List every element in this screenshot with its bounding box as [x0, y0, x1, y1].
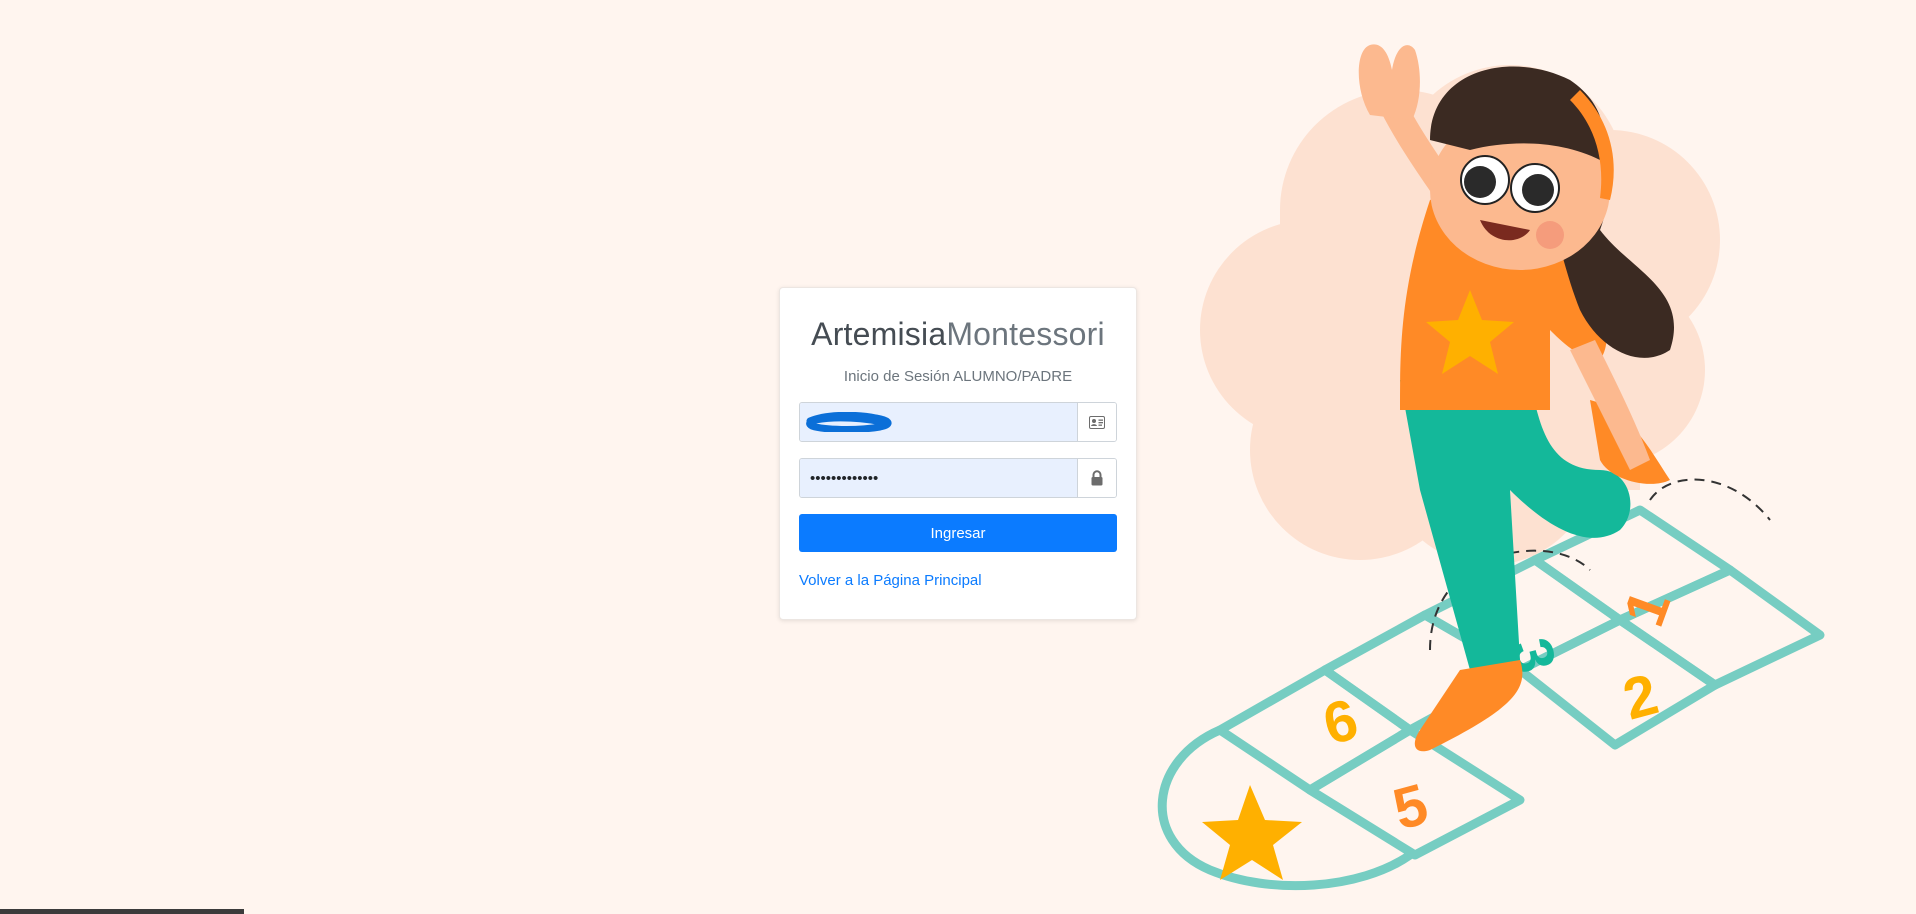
password-input[interactable]: [800, 459, 1077, 497]
login-card: ArtemisiaMontessori Inicio de Sesión ALU…: [779, 287, 1137, 620]
girl-hand: [1358, 44, 1420, 120]
login-page: ArtemisiaMontessori Inicio de Sesión ALU…: [0, 0, 1916, 914]
girl-hopscotch-illustration: 6 5 3 2 1: [1157, 44, 1825, 891]
star-shape: [1202, 785, 1302, 880]
brand-title: ArtemisiaMontessori: [799, 314, 1117, 354]
back-to-home-link[interactable]: Volver a la Página Principal: [799, 572, 982, 589]
brand-part2: Montessori: [946, 316, 1105, 352]
brand-part1: Artemisia: [811, 316, 947, 352]
username-input[interactable]: [800, 403, 1077, 441]
username-group: [799, 402, 1117, 442]
password-group: [799, 458, 1117, 498]
hopscotch-number-2: 2: [1617, 661, 1665, 732]
girl-shoe: [1414, 660, 1523, 752]
id-card-icon: [1077, 403, 1116, 441]
lock-icon: [1077, 459, 1116, 497]
login-submit-button[interactable]: Ingresar: [799, 514, 1117, 552]
bottom-progress-bar: [0, 909, 244, 914]
hopscotch-number-5: 5: [1387, 771, 1435, 842]
login-subtitle: Inicio de Sesión ALUMNO/PADRE: [843, 368, 1073, 385]
